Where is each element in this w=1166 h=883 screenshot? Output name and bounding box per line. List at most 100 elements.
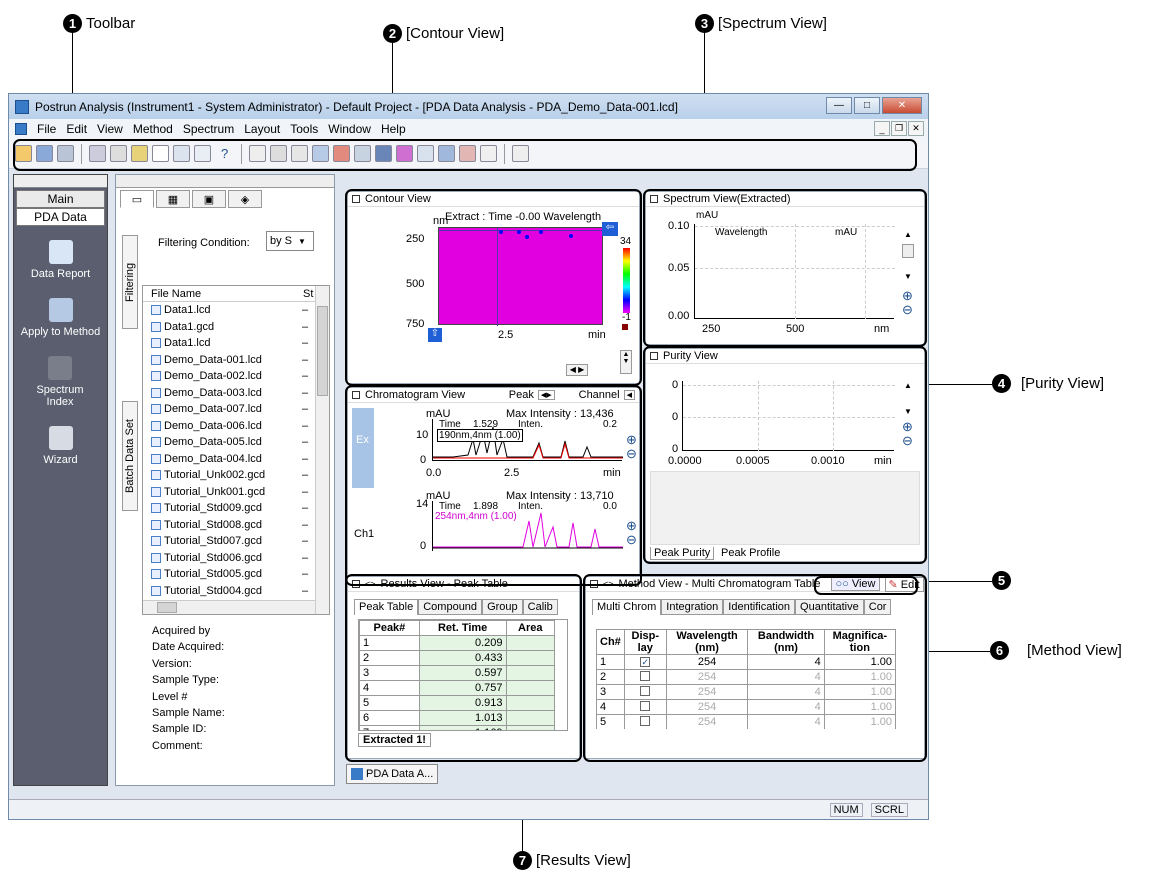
file-list-item[interactable]: Tutorial_Unk002.gcd – bbox=[143, 467, 329, 484]
file-list-item[interactable]: Tutorial_Std009.gcd – bbox=[143, 500, 329, 517]
spectrum-index-icon bbox=[48, 356, 72, 380]
file-list-item[interactable]: Tutorial_Std004.gcd – bbox=[143, 583, 329, 600]
menu-bar: File Edit View Method Spectrum Layout To… bbox=[9, 119, 928, 139]
callout-purity: 4 [Purity View] bbox=[992, 374, 1104, 393]
file-list-item[interactable]: Tutorial_Std006.gcd – bbox=[143, 550, 329, 567]
status-header[interactable]: St bbox=[303, 288, 313, 300]
file-list-item[interactable]: Tutorial_Std008.gcd – bbox=[143, 517, 329, 534]
property-label: Sample Name: bbox=[152, 707, 225, 720]
file-icon bbox=[151, 420, 161, 431]
file-list-item[interactable]: Data1.lcd – bbox=[143, 335, 329, 352]
callout-view-edit: 5 bbox=[992, 571, 1011, 590]
file-list-item[interactable]: Demo_Data-005.lcd – bbox=[143, 434, 329, 451]
file-name-header[interactable]: File Name bbox=[151, 288, 303, 300]
title-bar: Postrun Analysis (Instrument1 - System A… bbox=[9, 94, 928, 119]
tab-chromatogram-icon[interactable]: ▭ bbox=[120, 190, 154, 208]
menu-layout[interactable]: Layout bbox=[244, 122, 280, 136]
status-num: NUM bbox=[829, 802, 863, 817]
filtering-select[interactable]: by S ▼ bbox=[266, 231, 314, 251]
apply-method-icon bbox=[48, 298, 73, 322]
close-button[interactable]: ✕ bbox=[882, 97, 922, 114]
data-explorer: ▭ ▦ ▣ ◈ Filtering Batch Data Set Filteri… bbox=[115, 174, 335, 786]
file-list: File Name St Data1.lcd – Data1.gcd – Data1.lc… bbox=[142, 285, 330, 615]
menu-edit[interactable]: Edit bbox=[66, 122, 87, 136]
window-title: Postrun Analysis (Instrument1 - System A… bbox=[35, 99, 678, 114]
data-explorer-header bbox=[116, 175, 334, 188]
file-icon bbox=[151, 569, 161, 580]
property-label: Sample Type: bbox=[152, 674, 220, 687]
mdi-restore-button[interactable]: ❐ bbox=[891, 121, 907, 136]
property-label: Acquired by bbox=[152, 625, 211, 637]
file-list-item[interactable]: Tutorial_Std007.gcd – bbox=[143, 533, 329, 550]
menu-view[interactable]: View bbox=[97, 122, 123, 136]
tab-report-icon[interactable]: ◈ bbox=[228, 190, 262, 208]
nav-item-apply-method[interactable]: Apply to Method bbox=[14, 298, 107, 338]
file-icon bbox=[151, 470, 161, 481]
filtering-label: Filtering Condition: bbox=[158, 237, 250, 249]
callout-method: 6 [Method View] bbox=[990, 641, 1122, 660]
file-list-item[interactable]: Demo_Data-006.lcd – bbox=[143, 418, 329, 435]
property-label: Level # bbox=[152, 690, 188, 703]
file-list-item[interactable]: Data1.gcd – bbox=[143, 319, 329, 336]
tab-method-icon[interactable]: ▣ bbox=[192, 190, 226, 208]
chevron-down-icon: ▼ bbox=[298, 236, 306, 246]
menu-window[interactable]: Window bbox=[328, 122, 371, 136]
file-list-item[interactable]: Demo_Data-002.lcd – bbox=[143, 368, 329, 385]
nav-item-data-report[interactable]: Data Report bbox=[14, 240, 107, 280]
file-list-item[interactable]: Demo_Data-003.lcd – bbox=[143, 385, 329, 402]
file-icon bbox=[151, 486, 161, 497]
file-list-item[interactable]: Demo_Data-007.lcd – bbox=[143, 401, 329, 418]
maximize-button[interactable]: □ bbox=[854, 97, 880, 114]
doc-tab-pda-data-analysis[interactable]: PDA Data A... bbox=[346, 764, 439, 784]
file-list-item[interactable]: Demo_Data-004.lcd – bbox=[143, 451, 329, 468]
file-list-item[interactable]: Tutorial_Unk001.gcd – bbox=[143, 484, 329, 501]
menu-spectrum[interactable]: Spectrum bbox=[183, 122, 234, 136]
file-list-item[interactable]: Data1.lcd – bbox=[143, 302, 329, 319]
menu-file[interactable]: File bbox=[37, 122, 56, 136]
file-list-hscrollbar[interactable] bbox=[143, 600, 315, 614]
callout-contour: 2 [Contour View] bbox=[383, 24, 504, 43]
wizard-icon bbox=[48, 426, 73, 450]
file-icon bbox=[151, 371, 161, 382]
property-label: Sample ID: bbox=[152, 723, 207, 736]
file-icon bbox=[151, 536, 161, 547]
assistant-bar: Main PDA Data Data Report Apply to Metho… bbox=[13, 174, 108, 786]
nav-tab-pda-data[interactable]: PDA Data bbox=[16, 208, 105, 226]
menu-tools[interactable]: Tools bbox=[290, 122, 318, 136]
file-icon bbox=[151, 437, 161, 448]
nav-item-spectrum-index[interactable]: Spectrum Index bbox=[30, 356, 90, 408]
app-window: Postrun Analysis (Instrument1 - System A… bbox=[8, 93, 929, 820]
nav-item-wizard[interactable]: Wizard bbox=[14, 426, 107, 466]
mdi-close-button[interactable]: ✕ bbox=[908, 121, 924, 136]
file-list-item[interactable]: Tutorial_Std005.gcd – bbox=[143, 566, 329, 583]
file-icon bbox=[151, 519, 161, 530]
menu-method[interactable]: Method bbox=[133, 122, 173, 136]
property-label: Comment: bbox=[152, 739, 203, 752]
property-label: Version: bbox=[152, 657, 192, 670]
vtab-batch-data-set[interactable]: Batch Data Set bbox=[122, 401, 138, 511]
menu-help[interactable]: Help bbox=[381, 122, 406, 136]
file-icon bbox=[151, 585, 161, 596]
doc-icon bbox=[15, 123, 27, 135]
callout-toolbar: 1 Toolbar bbox=[63, 14, 135, 33]
mdi-minimize-button[interactable]: _ bbox=[874, 121, 890, 136]
file-icon bbox=[151, 305, 161, 316]
app-icon bbox=[15, 99, 29, 114]
file-icon bbox=[151, 354, 161, 365]
file-list-scrollbar[interactable] bbox=[315, 286, 329, 614]
doc-tab-icon bbox=[351, 768, 363, 780]
property-label: Date Acquired: bbox=[152, 641, 225, 654]
file-list-item[interactable]: Demo_Data-001.lcd – bbox=[143, 352, 329, 369]
assistant-bar-header bbox=[14, 175, 107, 188]
file-icon bbox=[151, 404, 161, 415]
status-scrl: SCRL bbox=[870, 802, 908, 817]
file-icon bbox=[151, 387, 161, 398]
tab-data-icon[interactable]: ▦ bbox=[156, 190, 190, 208]
vtab-filtering[interactable]: Filtering bbox=[122, 235, 138, 329]
minimize-button[interactable]: — bbox=[826, 97, 852, 114]
callout-results: 7 [Results View] bbox=[513, 851, 631, 870]
file-icon bbox=[151, 321, 161, 332]
file-icon bbox=[151, 503, 161, 514]
nav-tab-main[interactable]: Main bbox=[16, 190, 105, 208]
data-report-icon bbox=[48, 240, 73, 264]
